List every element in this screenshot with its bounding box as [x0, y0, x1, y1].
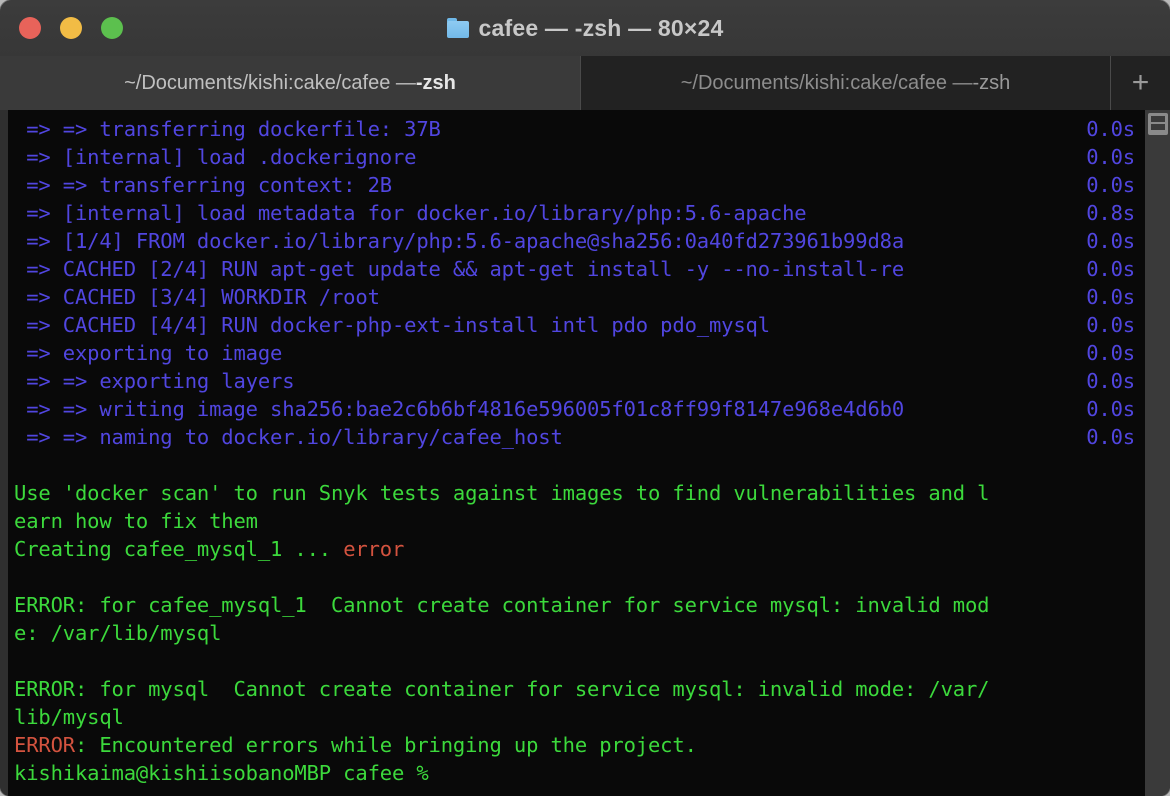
terminal-text-segment: => CACHED [3/4] WORKDIR /root [14, 285, 380, 309]
terminal-step-duration: 0.0s [1086, 173, 1135, 197]
terminal-line: kishikaima@kishiisobanoMBP cafee % [14, 759, 1145, 787]
terminal-step-duration: 0.0s [1086, 117, 1135, 141]
terminal-line: => [internal] load .dockerignore 0.0s [14, 143, 1145, 171]
terminal-right-edge [1145, 110, 1170, 796]
terminal-text-segment: lib/mysql [14, 705, 124, 729]
terminal-text-segment: : Encountered errors while bringing up t… [74, 733, 697, 757]
split-pane-icon[interactable] [1148, 113, 1168, 135]
terminal-step-duration: 0.0s [1086, 285, 1135, 309]
window-title: cafee — -zsh — 80×24 [478, 14, 724, 41]
terminal-line: ERROR: for mysql Cannot create container… [14, 675, 1145, 703]
terminal-line: => exporting to image 0.0s [14, 339, 1145, 367]
terminal-text: => => transferring dockerfile: 37B 0.0s =… [14, 115, 1145, 787]
terminal-text-segment: => exporting to image [14, 341, 283, 365]
terminal-text-segment: => => transferring context: 2B [14, 173, 392, 197]
terminal-line: ERROR: Encountered errors while bringing… [14, 731, 1145, 759]
terminal-step-duration: 0.0s [1086, 341, 1135, 365]
terminal-text-segment: => => transferring dockerfile: 37B [14, 117, 441, 141]
terminal-text-segment: => => exporting layers [14, 369, 295, 393]
terminal-line: => [internal] load metadata for docker.i… [14, 199, 1145, 227]
tab-2-path: ~/Documents/kishi:cake/cafee — [680, 71, 973, 94]
tab-1-path: ~/Documents/kishi:cake/cafee — [124, 71, 416, 94]
terminal-line: => => exporting layers 0.0s [14, 367, 1145, 395]
terminal-output[interactable]: => => transferring dockerfile: 37B 0.0s =… [8, 110, 1145, 796]
maximize-window-button[interactable] [101, 17, 123, 39]
tab-bar: ~/Documents/kishi:cake/cafee — -zsh ~/Do… [0, 56, 1170, 111]
terminal-text-segment: => => naming to docker.io/library/cafee_… [14, 425, 563, 449]
terminal-step-duration: 0.0s [1086, 369, 1135, 393]
terminal-line: earn how to fix them [14, 507, 1145, 535]
terminal-text-segment: => [1/4] FROM docker.io/library/php:5.6-… [14, 229, 905, 253]
window-controls [19, 17, 123, 39]
terminal-text-segment: error [343, 537, 405, 561]
terminal-line: => CACHED [2/4] RUN apt-get update && ap… [14, 255, 1145, 283]
terminal-text-segment: Use 'docker scan' to run Snyk tests agai… [14, 481, 990, 505]
terminal-text-segment: Creating cafee_mysql_1 ... [14, 537, 344, 561]
terminal-text-segment: ERROR: for cafee_mysql_1 Cannot create c… [14, 593, 990, 617]
terminal-step-duration: 0.0s [1086, 397, 1135, 421]
terminal-step-duration: 0.0s [1086, 229, 1135, 253]
terminal-line: => => naming to docker.io/library/cafee_… [14, 423, 1145, 451]
terminal-text-segment: => CACHED [4/4] RUN docker-php-ext-insta… [14, 313, 770, 337]
terminal-line: Creating cafee_mysql_1 ... error [14, 535, 1145, 563]
close-window-button[interactable] [19, 17, 41, 39]
terminal-window: cafee — -zsh — 80×24 ~/Documents/kishi:c… [0, 0, 1170, 796]
terminal-text-segment: => => writing image sha256:bae2c6b6bf481… [14, 397, 905, 421]
terminal-text-segment: e: /var/lib/mysql [14, 621, 222, 645]
tab-1-shell: -zsh [415, 71, 456, 94]
terminal-line: => CACHED [4/4] RUN docker-php-ext-insta… [14, 311, 1145, 339]
terminal-text-segment: => CACHED [2/4] RUN apt-get update && ap… [14, 257, 905, 281]
terminal-step-duration: 0.8s [1086, 201, 1135, 225]
terminal-step-duration: 0.0s [1086, 257, 1135, 281]
terminal-text-segment: => [internal] load .dockerignore [14, 145, 417, 169]
terminal-text-segment: ERROR: for mysql Cannot create container… [14, 677, 990, 701]
terminal-line: => => transferring context: 2B 0.0s [14, 171, 1145, 199]
terminal-text-segment: earn how to fix them [14, 509, 258, 533]
title-bar[interactable]: cafee — -zsh — 80×24 [0, 0, 1170, 57]
terminal-line: => [1/4] FROM docker.io/library/php:5.6-… [14, 227, 1145, 255]
terminal-pane: => => transferring dockerfile: 37B 0.0s =… [0, 110, 1170, 796]
terminal-step-duration: 0.0s [1086, 313, 1135, 337]
minimize-window-button[interactable] [60, 17, 82, 39]
terminal-line: Use 'docker scan' to run Snyk tests agai… [14, 479, 1145, 507]
terminal-step-duration: 0.0s [1086, 425, 1135, 449]
terminal-text-segment: kishikaima@kishiisobanoMBP cafee % [14, 761, 429, 785]
title-container: cafee — -zsh — 80×24 [0, 0, 1170, 56]
tab-2-shell: -zsh [972, 71, 1011, 94]
tab-cafee-zsh-2[interactable]: ~/Documents/kishi:cake/cafee — -zsh [580, 56, 1110, 110]
terminal-line: => => transferring dockerfile: 37B 0.0s [14, 115, 1145, 143]
terminal-step-duration: 0.0s [1086, 145, 1135, 169]
terminal-line: lib/mysql [14, 703, 1145, 731]
terminal-line: => => writing image sha256:bae2c6b6bf481… [14, 395, 1145, 423]
tab-cafee-zsh-1[interactable]: ~/Documents/kishi:cake/cafee — -zsh [0, 56, 580, 110]
terminal-line: ERROR: for cafee_mysql_1 Cannot create c… [14, 591, 1145, 619]
terminal-text-segment: => [internal] load metadata for docker.i… [14, 201, 807, 225]
new-tab-button[interactable]: + [1110, 56, 1170, 110]
terminal-line: => CACHED [3/4] WORKDIR /root 0.0s [14, 283, 1145, 311]
folder-icon [446, 18, 469, 38]
terminal-line: e: /var/lib/mysql [14, 619, 1145, 647]
terminal-text-segment: ERROR [14, 733, 75, 757]
